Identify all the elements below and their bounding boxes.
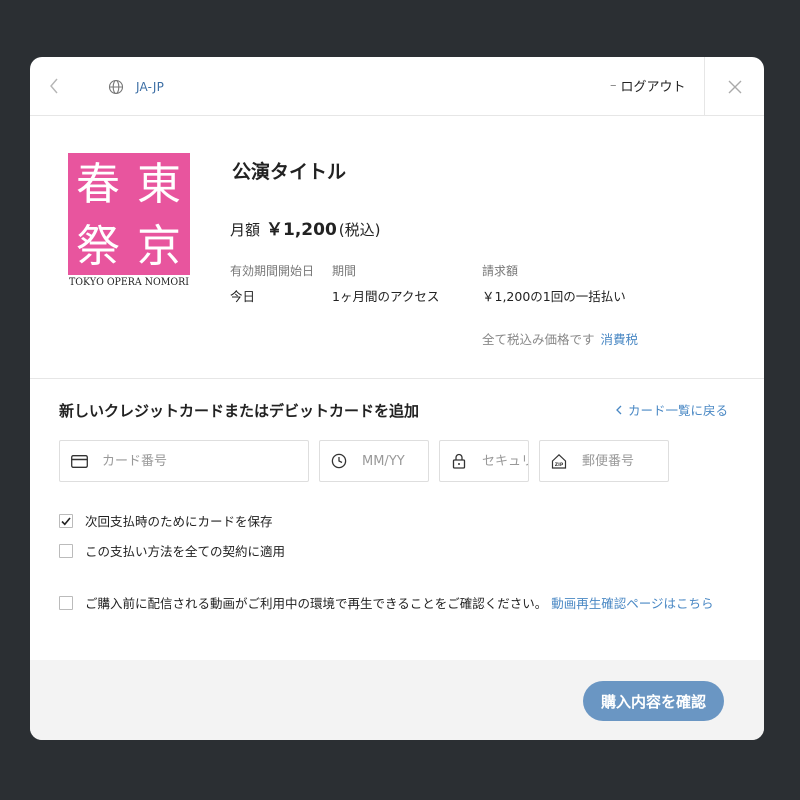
logo-kanji-1: 春 bbox=[76, 159, 120, 210]
playback-confirm-text: ご購入前に配信される動画がご利用中の環境で再生できることをご確認ください。 動画… bbox=[85, 595, 725, 612]
logo-caption: TOKYO OPERA NOMORI bbox=[69, 276, 189, 288]
back-button[interactable] bbox=[44, 75, 64, 97]
save-card-label: 次回支払時のためにカードを保存 bbox=[85, 514, 273, 529]
playback-confirm-checkbox[interactable] bbox=[59, 596, 73, 610]
chevron-left-icon bbox=[616, 405, 622, 414]
tax-note: 全て税込み価格です 消費税 bbox=[482, 329, 638, 348]
save-card-checkbox[interactable] bbox=[59, 514, 73, 528]
close-button[interactable] bbox=[704, 57, 764, 116]
modal-footer: 購入内容を確認 bbox=[30, 660, 764, 740]
back-to-card-list-label: カード一覧に戻る bbox=[628, 403, 729, 418]
billing-value: ￥1,200の1回の一括払い bbox=[482, 289, 626, 304]
playback-confirm-label: ご購入前に配信される動画がご利用中の環境で再生できることをご確認ください。 bbox=[85, 596, 548, 611]
credit-card-icon bbox=[70, 452, 88, 470]
logo-kanji-4: 京 bbox=[137, 221, 181, 272]
checkmark-icon bbox=[61, 516, 71, 525]
price-amount: ￥1,200 bbox=[266, 220, 337, 240]
lock-icon bbox=[450, 452, 468, 470]
playback-confirm-option[interactable]: ご購入前に配信される動画がご利用中の環境で再生できることをご確認ください。 動画… bbox=[59, 595, 725, 612]
language-label: JA-JP bbox=[136, 80, 165, 94]
tax-note-text: 全て税込み価格です bbox=[482, 332, 595, 347]
globe-icon bbox=[108, 79, 124, 95]
confirm-purchase-button[interactable]: 購入内容を確認 bbox=[583, 681, 724, 721]
apply-all-option[interactable]: この支払い方法を全ての契約に適用 bbox=[59, 543, 285, 560]
logout-label: ログアウト bbox=[620, 80, 686, 95]
event-title: 公演タイトル bbox=[232, 161, 347, 183]
apply-all-label: この支払い方法を全ての契約に適用 bbox=[85, 544, 286, 559]
apply-all-checkbox[interactable] bbox=[59, 544, 73, 558]
zip-input[interactable] bbox=[582, 453, 668, 469]
expiry-field[interactable] bbox=[319, 440, 429, 482]
card-form-title: 新しいクレジットカードまたはデビットカードを追加 bbox=[59, 402, 420, 420]
purchase-modal: JA-JP – ログアウト 春 東 祭 京 TOKYO OPERA NOMORI… bbox=[30, 57, 764, 740]
logout-dash-icon: – bbox=[610, 78, 617, 93]
security-code-field[interactable] bbox=[439, 440, 529, 482]
price-prefix: 月額 bbox=[230, 221, 261, 239]
playback-check-link[interactable]: 動画再生確認ページはこちら bbox=[551, 596, 713, 611]
svg-text:ZIP: ZIP bbox=[555, 462, 564, 468]
logo-kanji-2: 東 bbox=[137, 159, 181, 210]
logo-kanji-3: 祭 bbox=[76, 221, 120, 272]
period-label: 期間 bbox=[332, 264, 357, 278]
chevron-left-icon bbox=[50, 78, 58, 94]
start-date-label: 有効期間開始日 bbox=[230, 264, 315, 278]
zip-field[interactable]: ZIP bbox=[539, 440, 669, 482]
clock-icon bbox=[330, 452, 348, 470]
billing-label: 請求額 bbox=[482, 264, 519, 278]
period-value: 1ヶ月間のアクセス bbox=[332, 289, 440, 304]
language-selector[interactable]: JA-JP bbox=[108, 79, 164, 95]
price-display: 月額 ￥1,200 (税込) bbox=[230, 215, 381, 240]
start-date-value: 今日 bbox=[230, 289, 256, 304]
close-icon bbox=[728, 80, 741, 93]
zip-home-icon: ZIP bbox=[550, 452, 568, 470]
card-number-input[interactable] bbox=[102, 453, 308, 469]
security-code-input[interactable] bbox=[482, 453, 528, 469]
section-divider bbox=[30, 378, 764, 379]
event-logo: 春 東 祭 京 TOKYO OPERA NOMORI bbox=[68, 153, 190, 288]
modal-header: JA-JP – ログアウト bbox=[30, 57, 764, 116]
save-card-option[interactable]: 次回支払時のためにカードを保存 bbox=[59, 513, 273, 530]
tax-link[interactable]: 消費税 bbox=[601, 332, 639, 347]
expiry-input[interactable] bbox=[362, 453, 428, 469]
logout-button[interactable]: – ログアウト bbox=[610, 76, 686, 95]
back-to-card-list-link[interactable]: カード一覧に戻る bbox=[616, 400, 728, 419]
price-tax-label: (税込) bbox=[338, 221, 381, 239]
card-number-field[interactable] bbox=[59, 440, 309, 482]
